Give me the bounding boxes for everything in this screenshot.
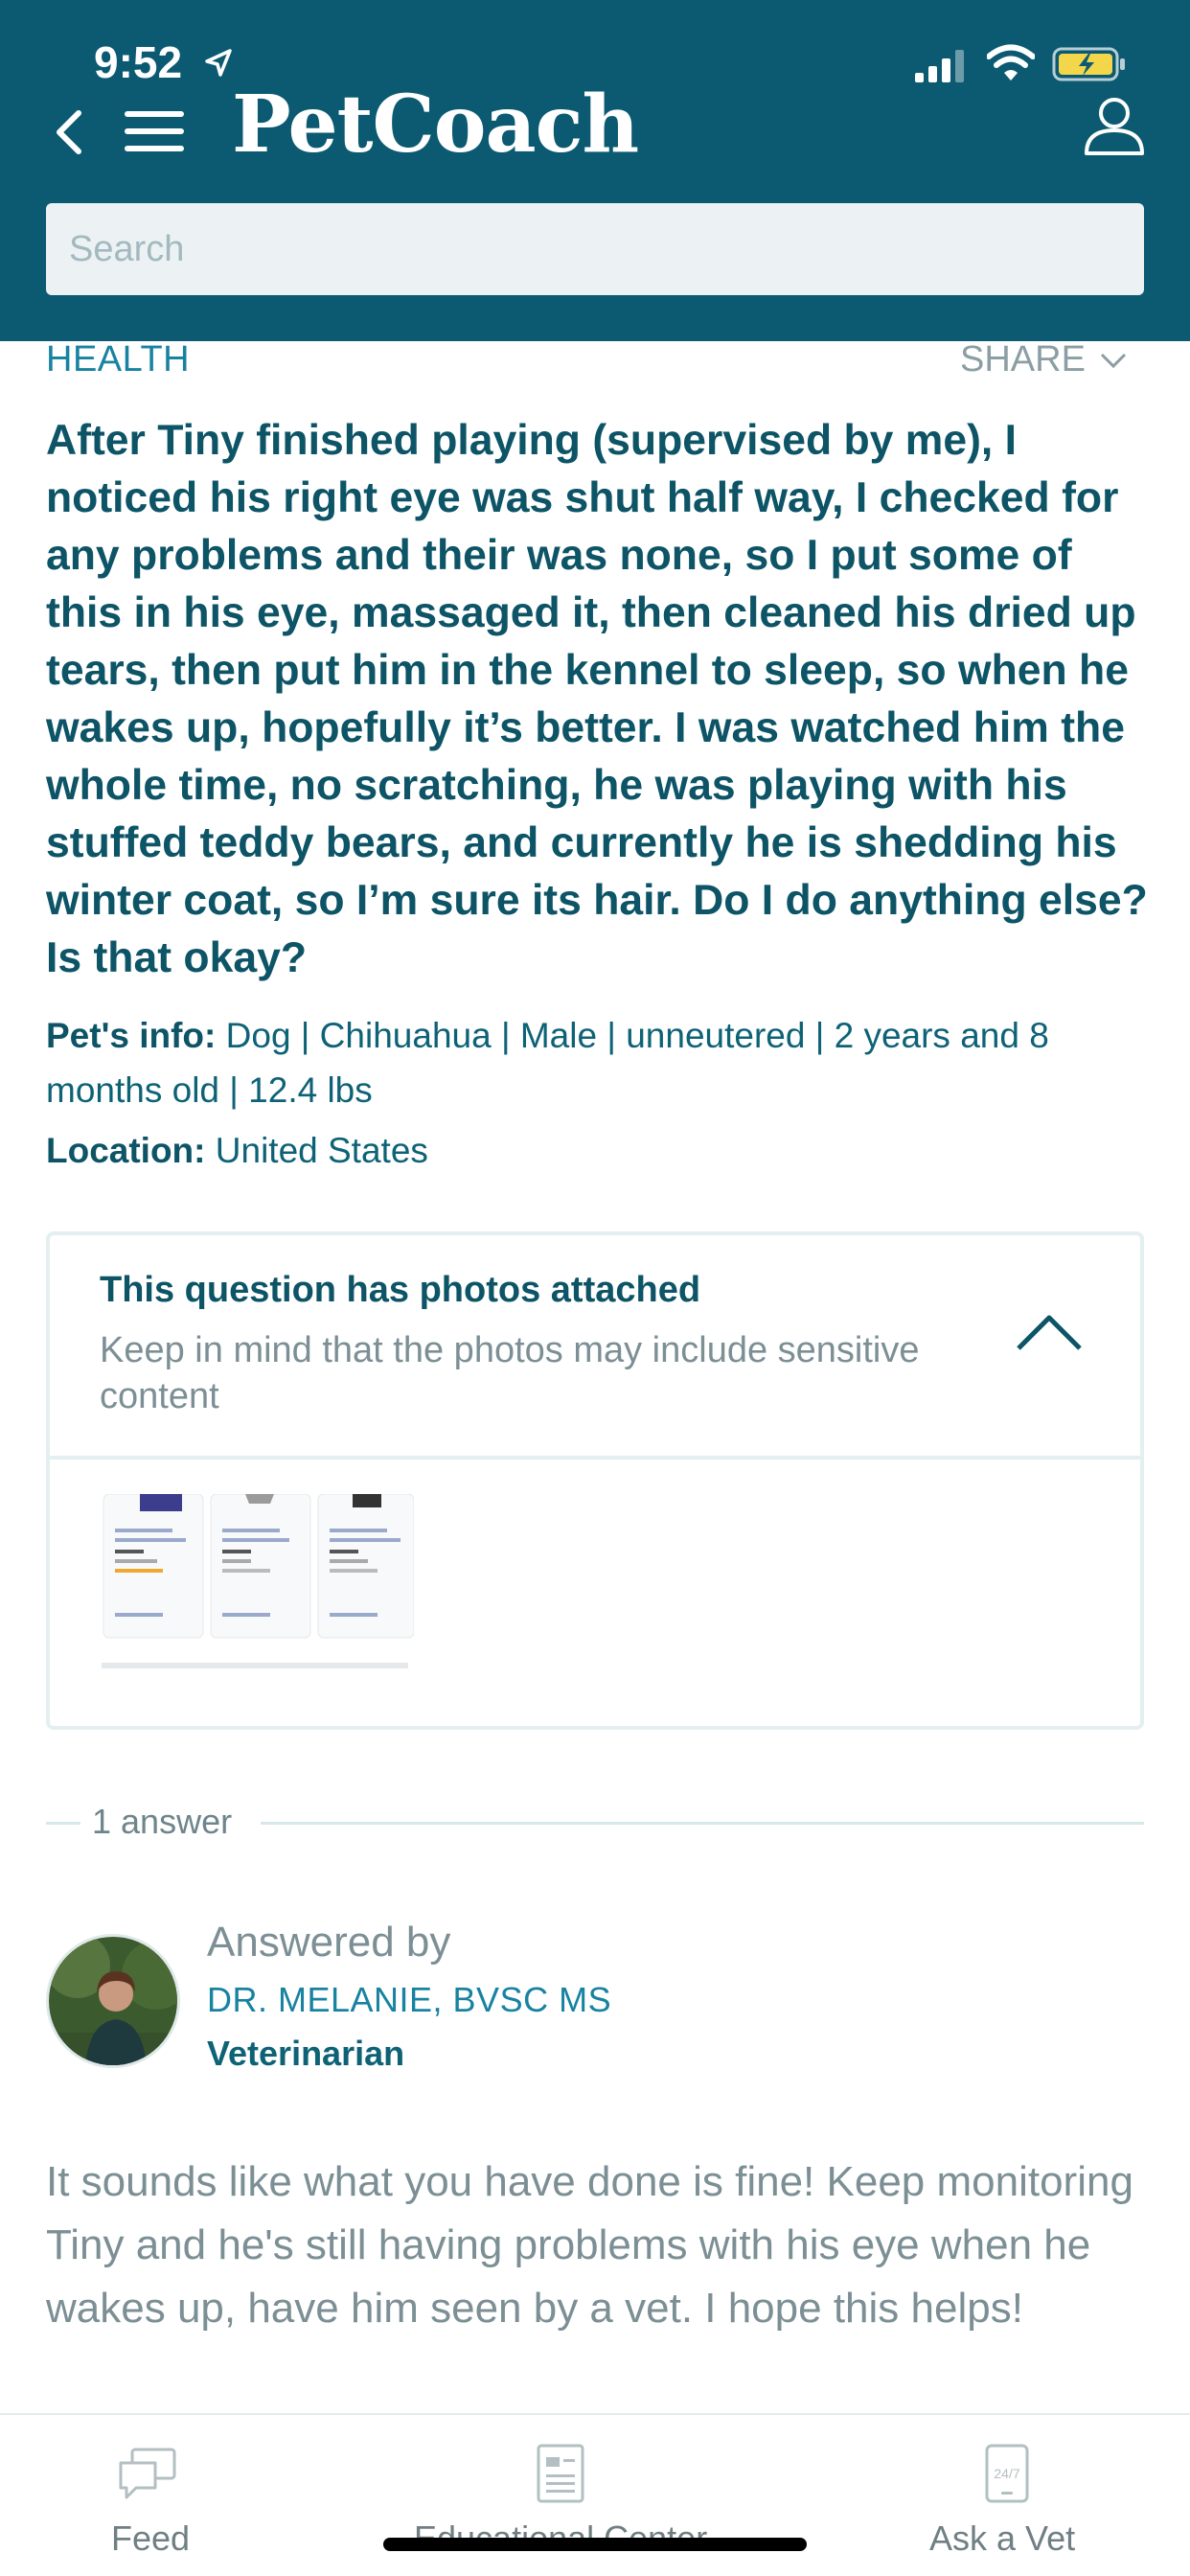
pet-info-label: Pet's info: [46,1016,217,1055]
search-input[interactable] [46,203,1144,295]
product-card-1 [103,1494,204,1639]
vet-name[interactable]: DR. MELANIE, BVSC MS [207,1980,611,2020]
photos-title: This question has photos attached [100,1270,701,1310]
vet-avatar[interactable] [46,1934,180,2068]
divider-line [46,1822,80,1825]
chevron-down-icon [1100,353,1126,368]
hamburger-menu-icon[interactable] [123,107,186,155]
bottom-tab-bar: Feed Educational Center 24/7 Ask a Vet [0,2413,1190,2576]
phone-24-7-icon: 24/7 [985,2444,1029,2503]
tab-educational-center[interactable]: Educational Center [402,2415,728,2576]
user-profile-icon[interactable] [1083,94,1146,157]
location: Location: United States [46,1131,428,1171]
cellular-signal-icon [915,50,964,82]
back-chevron-icon[interactable] [50,104,88,161]
vet-avatar-image [49,1937,177,2065]
svg-text:24/7: 24/7 [994,2466,1019,2481]
app-logo: PetCoach [232,79,639,171]
wifi-icon [987,44,1035,80]
article-icon [537,2444,584,2503]
vet-role: Veterinarian [207,2034,405,2073]
answered-by-label: Answered by [207,1919,451,1966]
share-button[interactable]: SHARE [960,339,1128,380]
location-arrow-icon [205,49,232,77]
attached-photo-thumbnail[interactable] [102,1494,414,1676]
tab-ask-a-vet-label: Ask a Vet [929,2518,1076,2558]
photos-warning: Keep in mind that the photos may include… [100,1330,920,1416]
answer-text: It sounds like what you have done is fin… [46,2158,1133,2332]
tab-ask-a-vet[interactable]: 24/7 Ask a Vet [920,2415,1092,2576]
pet-info: Pet's info: Dog | Chihuahua | Male | unn… [46,1008,1148,1117]
photos-card: This question has photos attached Keep i… [46,1231,1144,1730]
chevron-up-icon[interactable] [1013,1310,1086,1354]
share-label: SHARE [960,339,1086,380]
app-header: 9:52 PetCoach [0,0,1190,341]
battery-charging-icon [1052,47,1125,81]
tab-feed[interactable]: Feed [92,2415,207,2576]
product-card-3 [317,1494,414,1639]
feed-chat-icon [119,2448,176,2499]
question-category[interactable]: HEALTH [46,339,190,380]
answers-divider: 1 answer [46,1802,1144,1844]
product-card-2 [210,1494,311,1639]
tab-feed-label: Feed [111,2518,191,2558]
answers-count: 1 answer [92,1802,233,1841]
status-time: 9:52 [94,37,183,87]
divider-line [261,1822,1144,1825]
photos-card-header[interactable]: This question has photos attached Keep i… [50,1235,1140,1460]
location-label: Location: [46,1131,206,1170]
home-indicator[interactable] [383,2538,807,2551]
question-text: After Tiny finished playing (supervised … [46,417,1148,981]
location-value: United States [215,1131,428,1170]
